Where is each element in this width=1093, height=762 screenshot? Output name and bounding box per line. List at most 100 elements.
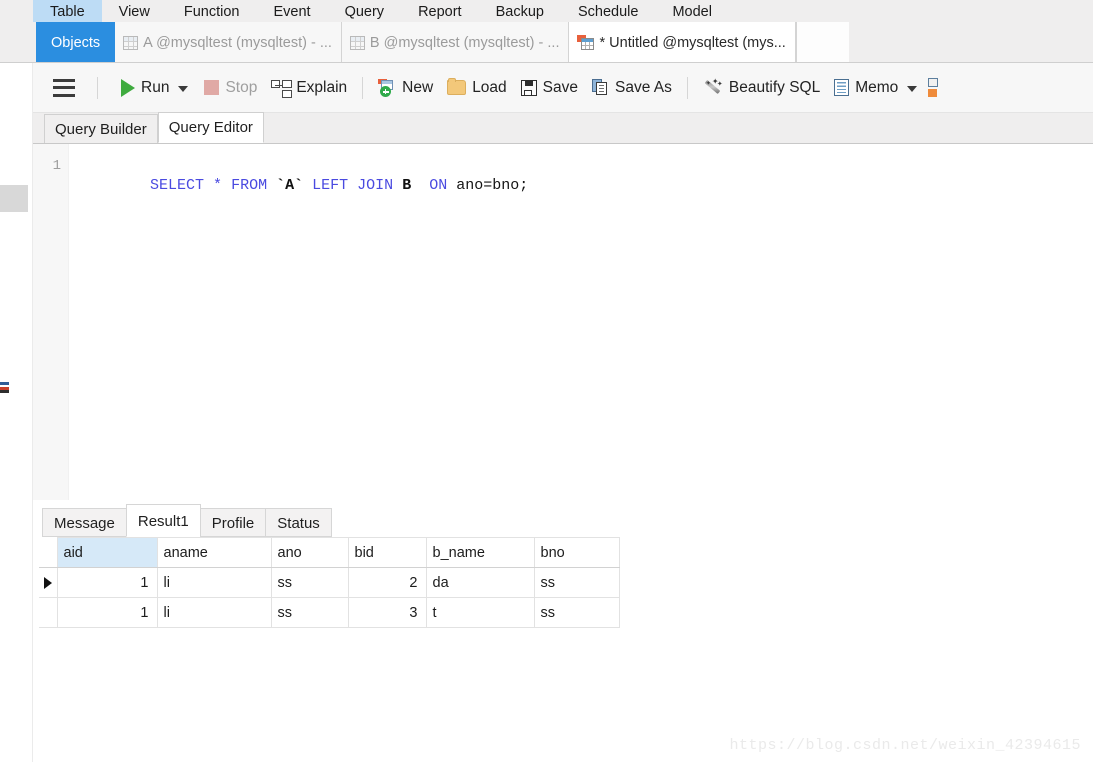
sql-token: LEFT — [312, 177, 349, 194]
save-as-icon — [592, 79, 609, 96]
menu-item-model[interactable]: Model — [655, 0, 729, 22]
cell-ano[interactable]: ss — [270, 597, 349, 628]
magic-wand-icon: ✦ ✦ ✦ — [703, 77, 723, 97]
stop-icon — [204, 80, 220, 95]
cell-b_name[interactable]: da — [425, 567, 535, 598]
editor-body[interactable]: 1 SELECT * FROM `A` LEFT JOIN B ON ano=b… — [33, 144, 1093, 500]
editor-gutter: 1 — [33, 144, 69, 500]
tab-profile-label: Profile — [211, 515, 255, 532]
sql-token: B — [402, 177, 412, 194]
menu-item-schedule[interactable]: Schedule — [561, 0, 655, 22]
menu-item-report[interactable]: Report — [401, 0, 479, 22]
sql-code-area[interactable]: SELECT * FROM `A` LEFT JOIN B ON ano=bno… — [69, 144, 1093, 500]
result-panel: Message Result1 Profile Status aid aname a… — [33, 500, 1093, 762]
sql-token: SELECT — [150, 177, 205, 194]
cell-aid[interactable]: 1 — [56, 597, 158, 628]
explain-button-label: Explain — [296, 78, 348, 96]
tab-status[interactable]: Status — [265, 508, 332, 537]
tab-document-a-label: A @mysqltest (mysqltest) - ... — [143, 34, 332, 51]
table-row[interactable]: 1 li ss 3 t ss — [39, 597, 620, 628]
tab-document-b-label: B @mysqltest (mysqltest) - ... — [369, 34, 560, 51]
load-button[interactable]: Load — [440, 71, 513, 105]
column-header-aname[interactable]: aname — [156, 537, 272, 568]
memo-button-label: Memo — [855, 78, 899, 96]
column-header-aid[interactable]: aid — [56, 537, 158, 568]
tab-document-a[interactable]: A @mysqltest (mysqltest) - ... — [115, 22, 342, 63]
tab-query-builder[interactable]: Query Builder — [44, 114, 158, 143]
explain-button[interactable]: Explain — [264, 71, 354, 105]
menu-item-event[interactable]: Event — [256, 0, 327, 22]
save-as-button[interactable]: Save As — [585, 71, 679, 105]
tab-query-editor[interactable]: Query Editor — [157, 112, 264, 143]
row-indicator-cell[interactable] — [39, 567, 58, 598]
menu-item-table[interactable]: Table — [33, 0, 102, 22]
tab-result1[interactable]: Result1 — [125, 504, 201, 537]
document-tab-strip: Objects A @mysqltest (mysqltest) - ... B… — [0, 22, 1093, 63]
cell-bid[interactable]: 2 — [347, 567, 427, 598]
overflow-button[interactable] — [926, 71, 945, 105]
sql-token: `A` — [276, 177, 304, 194]
tab-strip-leading-gap — [0, 22, 36, 63]
chevron-down-icon[interactable] — [907, 85, 918, 92]
cell-bid[interactable]: 3 — [347, 597, 427, 628]
column-header-ano[interactable]: ano — [270, 537, 349, 568]
grid-icon — [123, 35, 139, 50]
column-header-bid[interactable]: bid — [347, 537, 427, 568]
load-button-label: Load — [472, 78, 507, 96]
tab-profile[interactable]: Profile — [199, 508, 267, 537]
new-button-label: New — [402, 78, 434, 96]
tab-document-untitled-query[interactable]: * Untitled @mysqltest (mys... — [569, 22, 796, 63]
floppy-disk-icon — [520, 79, 537, 96]
result-tab-bar: Message Result1 Profile Status — [33, 500, 1093, 537]
cell-ano[interactable]: ss — [270, 567, 349, 598]
chevron-down-icon[interactable] — [178, 85, 189, 92]
toolbar-overflow-icon — [928, 77, 939, 98]
tab-objects[interactable]: Objects — [36, 22, 116, 63]
tab-objects-label: Objects — [51, 34, 101, 51]
save-button-label: Save — [542, 78, 579, 96]
cell-aname[interactable]: li — [156, 567, 272, 598]
menu-item-function[interactable]: Function — [167, 0, 257, 22]
cell-bno[interactable]: ss — [533, 567, 620, 598]
result-data-grid[interactable]: aid aname ano bid b_name bno 1 li ss 2 da ss 1 li ss 3… — [39, 537, 620, 628]
memo-button[interactable]: Memo — [827, 71, 926, 105]
menu-item-view[interactable]: View — [102, 0, 167, 22]
query-icon — [577, 35, 595, 50]
cell-aname[interactable]: li — [156, 597, 272, 628]
row-indicator-cell[interactable] — [39, 597, 58, 628]
column-header-bno[interactable]: bno — [533, 537, 620, 568]
menu-item-backup[interactable]: Backup — [479, 0, 561, 22]
toolbar-separator — [362, 76, 364, 99]
tab-document-b[interactable]: B @mysqltest (mysqltest) - ... — [341, 22, 570, 63]
main-menu-bar: Table View Function Event Query Report B… — [0, 0, 1093, 22]
table-row[interactable]: 1 li ss 2 da ss — [39, 567, 620, 598]
run-button[interactable]: Run — [114, 71, 197, 105]
tab-message-label: Message — [54, 515, 115, 532]
watermark-text: https://blog.csdn.net/weixin_42394615 — [729, 737, 1081, 754]
stop-button[interactable]: Stop — [197, 71, 264, 105]
current-row-arrow-icon — [43, 576, 52, 589]
save-button[interactable]: Save — [514, 71, 585, 105]
memo-icon — [834, 79, 850, 96]
toolbar-separator — [686, 76, 688, 99]
column-header-b_name[interactable]: b_name — [425, 537, 535, 568]
hamburger-icon[interactable] — [53, 78, 75, 97]
tab-message[interactable]: Message — [42, 508, 127, 537]
cell-bno[interactable]: ss — [533, 597, 620, 628]
new-query-icon — [378, 79, 396, 97]
tab-document-untitled-query-label: * Untitled @mysqltest (mys... — [599, 34, 786, 51]
menu-item-query[interactable]: Query — [328, 0, 402, 22]
sql-statement-line: SELECT * FROM `A` LEFT JOIN B ON ano=bno… — [150, 177, 528, 194]
cell-b_name[interactable]: t — [425, 597, 535, 628]
run-button-label: Run — [141, 78, 170, 96]
sql-token: FROM — [231, 177, 268, 194]
beautify-sql-button[interactable]: ✦ ✦ ✦ Beautify SQL — [696, 71, 827, 105]
tab-query-editor-label: Query Editor — [168, 119, 253, 136]
query-editor-panel: Query Builder Query Editor 1 SELECT * FR… — [33, 112, 1093, 500]
cell-aid[interactable]: 1 — [56, 567, 158, 598]
new-button[interactable]: New — [371, 71, 440, 105]
